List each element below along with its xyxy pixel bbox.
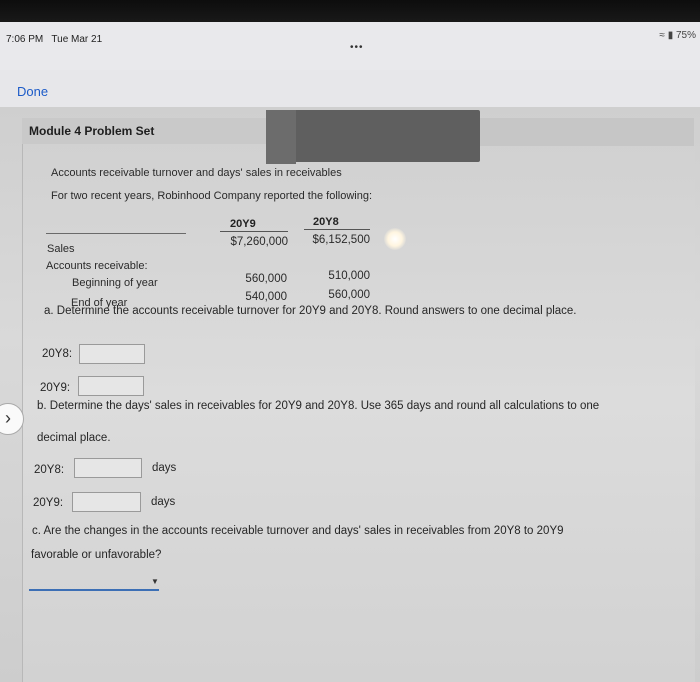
- chevron-right-icon: ›: [5, 408, 11, 428]
- battery-level: 75%: [675, 30, 696, 41]
- table-rule: [46, 233, 186, 234]
- light-glare: [384, 228, 406, 250]
- part-a-question: a. Determine the accounts receivable tur…: [44, 305, 577, 317]
- part-b-unit-20y8: days: [152, 462, 177, 474]
- part-a-label-20y9: 20Y9:: [40, 382, 71, 394]
- part-b-question-line1: b. Determine the days' sales in receivab…: [37, 400, 600, 412]
- time-text: 7:06 PM: [6, 34, 44, 45]
- sales-20y9: $7,260,000: [230, 236, 288, 248]
- nav-bar: [0, 70, 700, 110]
- ar-label: Accounts receivable:: [46, 260, 148, 272]
- beginning-20y9: 560,000: [245, 273, 287, 285]
- column-rule-20y8: [304, 229, 370, 230]
- wifi-icon: ≈: [659, 30, 665, 41]
- sales-20y8: $6,152,500: [312, 234, 370, 246]
- end-20y9: 540,000: [245, 291, 287, 303]
- end-20y8: 560,000: [328, 289, 370, 301]
- part-b-20y9-input[interactable]: [72, 492, 141, 512]
- column-header-20y8: 20Y8: [313, 216, 339, 228]
- status-icons: ≈ ▮ 75%: [659, 30, 696, 41]
- part-a-20y8-input[interactable]: [79, 344, 145, 364]
- module-title: Module 4 Problem Set: [29, 124, 155, 138]
- part-b-label-20y9: 20Y9:: [33, 497, 64, 509]
- date-text: Tue Mar 21: [51, 34, 103, 45]
- problem-heading: Accounts receivable turnover and days' s…: [51, 167, 342, 179]
- favorable-dropdown[interactable]: [29, 575, 159, 591]
- obscured-region: [266, 110, 480, 162]
- column-rule-20y9: [220, 231, 288, 232]
- sales-label: Sales: [47, 243, 75, 255]
- multitask-dots-icon[interactable]: •••: [350, 42, 364, 53]
- problem-intro: For two recent years, Robinhood Company …: [51, 190, 373, 202]
- column-header-20y9: 20Y9: [230, 218, 256, 230]
- obscured-region-edge: [266, 110, 296, 164]
- part-b-question-line2: decimal place.: [37, 432, 111, 444]
- part-a-label-20y8: 20Y8:: [42, 348, 73, 360]
- beginning-20y8: 510,000: [328, 270, 370, 282]
- part-b-20y8-input[interactable]: [74, 458, 142, 478]
- caret-down-icon[interactable]: ▼: [151, 577, 159, 586]
- battery-icon: ▮: [667, 30, 674, 41]
- status-time: 7:06 PM Tue Mar 21: [6, 34, 102, 45]
- part-c-question-line1: c. Are the changes in the accounts recei…: [32, 525, 564, 537]
- part-b-unit-20y9: days: [151, 496, 176, 508]
- part-a-20y9-input[interactable]: [78, 376, 144, 396]
- part-c-question-line2: favorable or unfavorable?: [31, 549, 162, 561]
- done-button[interactable]: Done: [17, 84, 48, 99]
- part-b-label-20y8: 20Y8:: [34, 464, 65, 476]
- header-strip: [480, 118, 694, 146]
- beginning-label: Beginning of year: [72, 277, 158, 289]
